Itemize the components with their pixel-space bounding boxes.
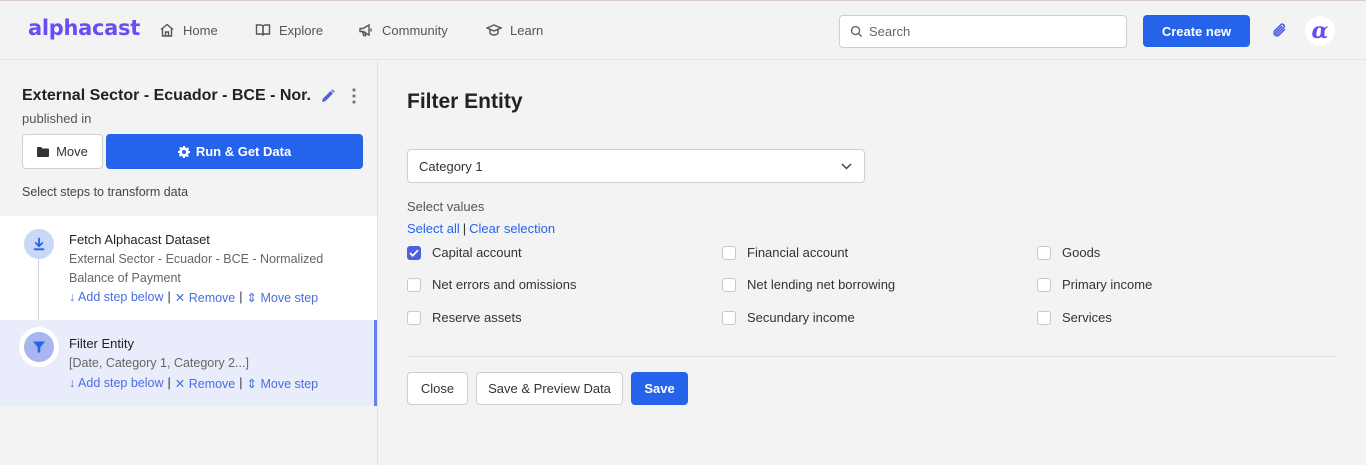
checkbox-label: Primary income [1062, 277, 1153, 292]
megaphone-icon [359, 23, 372, 37]
value-checkbox-item[interactable]: Capital account [407, 245, 522, 260]
value-checkbox-item[interactable]: Financial account [722, 245, 848, 260]
checkbox-label: Reserve assets [432, 310, 522, 325]
checkbox[interactable] [1037, 310, 1051, 325]
nav-community-label: Community [382, 22, 448, 38]
move-button-label: Move [56, 144, 88, 159]
step-actions: ↓ Add step below | ✕ Remove | ⇕ Move step [69, 290, 319, 305]
move-step-link[interactable]: ⇕ Move step [247, 290, 319, 305]
checkbox[interactable] [1037, 277, 1051, 292]
nav-learn-label: Learn [510, 22, 544, 38]
filter-entity-panel: Filter Entity Category 1 Select values S… [378, 60, 1366, 465]
create-new-button[interactable]: Create new [1143, 15, 1250, 47]
nav-home-label: Home [183, 22, 218, 38]
nav-explore-label: Explore [279, 22, 324, 38]
move-button[interactable]: Move [22, 134, 103, 169]
checkbox-label: Goods [1062, 245, 1101, 260]
user-avatar[interactable]: α [1305, 16, 1335, 46]
checkbox-label: Services [1062, 310, 1112, 325]
checkbox[interactable] [722, 245, 736, 260]
transform-hint: Select steps to transform data [22, 185, 189, 199]
more-options-icon[interactable] [349, 87, 359, 105]
checkbox[interactable] [407, 310, 421, 325]
top-navbar: alphacast Home Explore Community Learn C… [0, 0, 1366, 60]
step-name: Filter Entity [69, 336, 135, 351]
close-button[interactable]: Close [407, 372, 468, 405]
selection-links: Select all | Clear selection [407, 221, 556, 236]
search-input[interactable] [869, 24, 1109, 39]
checkbox-checked[interactable] [407, 245, 421, 260]
workflow-sidebar: External Sector - Ecuador - BCE - Nor...… [0, 60, 378, 465]
workflow-title: External Sector - Ecuador - BCE - Nor... [22, 87, 312, 104]
folder-icon [37, 146, 50, 157]
add-step-below-link[interactable]: ↓ Add step below [69, 376, 164, 391]
remove-step-link[interactable]: ✕ Remove [175, 290, 236, 305]
nav-learn[interactable]: Learn [486, 22, 543, 38]
checkmark-icon [409, 249, 419, 257]
checkbox[interactable] [722, 277, 736, 292]
graduation-cap-icon [486, 24, 502, 36]
step-fetch-dataset[interactable]: Fetch Alphacast Dataset External Sector … [0, 216, 377, 320]
pencil-icon[interactable] [320, 88, 336, 104]
nav-community[interactable]: Community [358, 22, 448, 38]
value-checkbox-item[interactable]: Net errors and omissions [407, 277, 577, 292]
value-checkbox-item[interactable]: Secundary income [722, 310, 855, 325]
checkbox[interactable] [1037, 245, 1051, 260]
run-get-data-label: Run & Get Data [195, 144, 292, 159]
column-select[interactable]: Category 1 [407, 149, 865, 183]
checkbox-label: Financial account [747, 245, 849, 260]
save-preview-button[interactable]: Save & Preview Data [476, 372, 623, 405]
clear-selection-link[interactable]: Clear selection [469, 221, 555, 236]
nav-explore[interactable]: Explore [255, 22, 323, 38]
gear-icon [177, 145, 190, 158]
published-in-text: published in [22, 111, 92, 126]
checkbox[interactable] [407, 277, 421, 292]
checkbox[interactable] [722, 310, 736, 325]
home-icon [160, 23, 174, 37]
select-values-label: Select values [407, 199, 485, 214]
value-checkbox-item[interactable]: Primary income [1037, 277, 1152, 292]
remove-step-link[interactable]: ✕ Remove [175, 376, 236, 391]
select-all-link[interactable]: Select all [407, 221, 460, 236]
alphacast-logo[interactable]: alphacast [28, 16, 140, 40]
step-filter-entity[interactable]: Filter Entity [Date, Category 1, Categor… [0, 320, 377, 406]
panel-title: Filter Entity [407, 90, 523, 113]
paperclip-icon[interactable] [1270, 21, 1290, 41]
save-button[interactable]: Save [631, 372, 688, 405]
move-step-link[interactable]: ⇕ Move step [247, 376, 319, 391]
divider [407, 356, 1337, 357]
value-checkbox-item[interactable]: Reserve assets [407, 310, 522, 325]
checkbox-label: Net errors and omissions [432, 277, 577, 292]
add-step-below-link[interactable]: ↓ Add step below [69, 290, 164, 305]
value-checkbox-item[interactable]: Services [1037, 310, 1112, 325]
checkbox-label: Capital account [432, 245, 522, 260]
value-checkbox-item[interactable]: Goods [1037, 245, 1100, 260]
filter-icon [24, 332, 54, 362]
nav-home[interactable]: Home [159, 22, 218, 38]
step-description: [Date, Category 1, Category 2...] [69, 356, 249, 370]
run-get-data-button[interactable]: Run & Get Data [106, 134, 363, 169]
book-icon [255, 24, 271, 36]
chevron-down-icon [841, 162, 852, 170]
download-icon [24, 229, 54, 259]
value-checkbox-item[interactable]: Net lending net borrowing [722, 277, 895, 292]
checkbox-label: Secundary income [747, 310, 855, 325]
checkbox-label: Net lending net borrowing [747, 277, 896, 292]
step-description: External Sector - Ecuador - BCE - Normal… [69, 252, 324, 285]
search-box[interactable] [839, 15, 1127, 48]
step-connector [38, 259, 39, 320]
step-name: Fetch Alphacast Dataset [69, 232, 210, 247]
search-icon [850, 25, 863, 38]
step-actions: ↓ Add step below | ✕ Remove | ⇕ Move step [69, 376, 319, 391]
column-select-value: Category 1 [419, 158, 483, 174]
